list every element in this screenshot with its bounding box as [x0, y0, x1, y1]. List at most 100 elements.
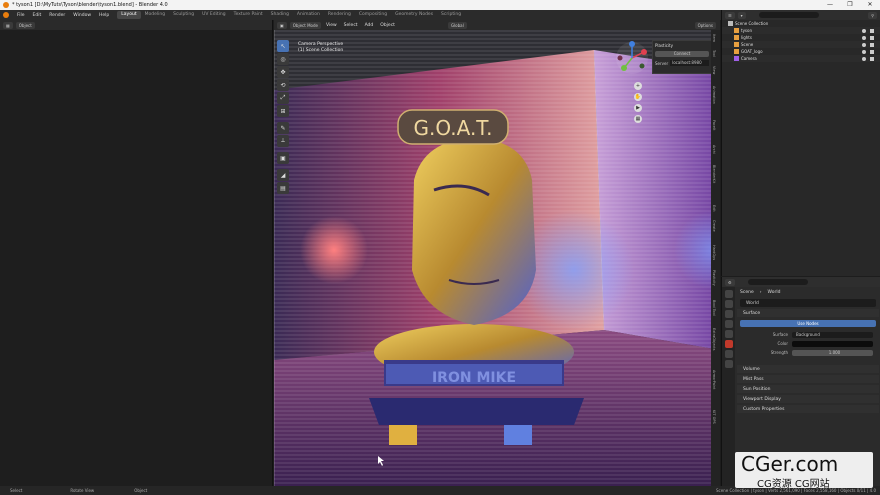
menu-file[interactable]: File	[13, 13, 29, 18]
side-tab-tool[interactable]: Tool	[712, 50, 716, 57]
tab-compositing[interactable]: Compositing	[355, 11, 391, 19]
move-tool-icon[interactable]: ✥	[277, 66, 289, 78]
visibility-eye-icon[interactable]	[862, 42, 866, 47]
outliner-filter-icon[interactable]: ▾	[737, 11, 746, 19]
tab-modeling[interactable]: Modeling	[141, 11, 169, 19]
surface-shader-field[interactable]: Background	[792, 331, 873, 338]
outliner-editor-icon[interactable]: ☰	[725, 11, 735, 19]
render-tab-icon[interactable]	[724, 300, 733, 308]
left-mode-dropdown[interactable]: Object	[15, 21, 35, 29]
menu-select[interactable]: Select	[342, 23, 360, 28]
maximize-button[interactable]: ❐	[840, 0, 860, 10]
menu-add[interactable]: Add	[363, 23, 376, 28]
color-swatch[interactable]	[792, 340, 873, 347]
collection-tab-icon[interactable]	[724, 350, 733, 358]
transform-tool-icon[interactable]: ⊞	[277, 105, 289, 117]
use-nodes-button[interactable]: Use Nodes	[740, 320, 876, 327]
visibility-eye-icon[interactable]	[862, 49, 866, 54]
tab-texture-paint[interactable]: Texture Paint	[230, 11, 267, 19]
render-camera-icon[interactable]	[870, 42, 874, 47]
render-camera-icon[interactable]	[870, 56, 874, 61]
tab-animation[interactable]: Animation	[293, 11, 324, 19]
menu-render[interactable]: Render	[45, 13, 69, 18]
tab-geometry-nodes[interactable]: Geometry Nodes	[391, 11, 437, 19]
output-tab-icon[interactable]	[724, 310, 733, 318]
viewport-editor-icon[interactable]: ▣	[277, 21, 287, 29]
tab-rendering[interactable]: Rendering	[324, 11, 355, 19]
outliner-funnel-icon[interactable]: ⚲	[868, 11, 877, 19]
close-button[interactable]: ✕	[860, 0, 880, 10]
side-tab-animation[interactable]: Animation	[712, 86, 716, 104]
visibility-eye-icon[interactable]	[862, 28, 866, 33]
tool-tab-icon[interactable]	[724, 290, 733, 298]
scene-tab-icon[interactable]	[724, 330, 733, 338]
scale-tool-icon[interactable]: ⤢	[277, 92, 289, 104]
camera-view-icon[interactable]: ▶	[634, 104, 642, 112]
side-tab-blenderkit[interactable]: BlenderKit	[712, 165, 716, 183]
custom-properties-panel-header[interactable]: Custom Properties	[737, 405, 879, 413]
visibility-eye-icon[interactable]	[862, 35, 866, 40]
world-tab-icon[interactable]	[724, 340, 733, 348]
transform-orientation[interactable]: Global	[447, 21, 467, 29]
menu-object[interactable]: Object	[378, 23, 397, 28]
tab-scripting[interactable]: Scripting	[437, 11, 465, 19]
outliner-row-camera[interactable]: Camera	[722, 55, 880, 62]
render-camera-icon[interactable]	[870, 49, 874, 54]
side-tab-extraobjects[interactable]: ExtraObjects	[712, 328, 716, 350]
side-tab-archi[interactable]: Archi	[712, 145, 716, 154]
outliner-row-goat-logo[interactable]: GOAT_logo	[722, 48, 880, 55]
add-cube-tool-icon[interactable]: ▣	[277, 152, 289, 164]
side-tab-armorpaint[interactable]: ArmorPaint	[712, 370, 716, 389]
outliner-row-scene-collection[interactable]: Scene Collection	[722, 20, 880, 27]
zoom-icon[interactable]: +	[634, 82, 642, 90]
texture-tab-icon[interactable]	[724, 360, 733, 368]
viewport-display-panel-header[interactable]: Viewport Display	[737, 395, 879, 403]
blender-menu-icon[interactable]	[3, 12, 9, 18]
rotate-tool-icon[interactable]: ⟲	[277, 79, 289, 91]
tab-sculpting[interactable]: Sculpting	[169, 11, 198, 19]
options-dropdown[interactable]: Options	[694, 21, 716, 29]
menu-window[interactable]: Window	[69, 13, 95, 18]
connect-button[interactable]: Connect	[655, 51, 709, 57]
select-tool-icon[interactable]: ↖	[277, 40, 289, 52]
side-tab-kitops[interactable]: KIT OPS	[712, 410, 716, 424]
measure-tool-icon[interactable]: ⟂	[277, 135, 289, 147]
menu-edit[interactable]: Edit	[29, 13, 46, 18]
box-tool-icon[interactable]: ▤	[277, 182, 289, 194]
render-camera-icon[interactable]	[870, 28, 874, 33]
navigation-gizmo[interactable]	[614, 40, 650, 76]
surface-panel-header[interactable]: Surface	[737, 309, 879, 317]
visibility-eye-icon[interactable]	[862, 56, 866, 61]
minimize-button[interactable]: —	[820, 0, 840, 10]
view-layer-tab-icon[interactable]	[724, 320, 733, 328]
tab-shading[interactable]: Shading	[267, 11, 293, 19]
volume-panel-header[interactable]: Volume	[737, 365, 879, 373]
side-tab-hardops[interactable]: HardOps	[712, 245, 716, 260]
server-input[interactable]: localhost:8980	[670, 60, 709, 66]
outliner-row-tyson[interactable]: tyson	[722, 27, 880, 34]
side-tab-faceit[interactable]: FaceIt	[712, 120, 716, 130]
3d-viewport[interactable]: ▣ Object Mode View Select Add Object Glo…	[274, 20, 720, 486]
world-datablock-field[interactable]: World	[740, 299, 876, 307]
side-tab-create[interactable]: Create	[712, 220, 716, 232]
editor-type-icon[interactable]: ▦	[3, 21, 13, 29]
tab-uv-editing[interactable]: UV Editing	[198, 11, 229, 19]
outliner-row-scene[interactable]: Scene	[722, 41, 880, 48]
annotate-tool-icon[interactable]: ✎	[277, 122, 289, 134]
side-tab-bool-tool[interactable]: Bool Tool	[712, 300, 716, 316]
side-tab-plasticity[interactable]: Plasticity	[712, 270, 716, 286]
cursor-tool-icon[interactable]: ◎	[277, 53, 289, 65]
mist-pass-panel-header[interactable]: Mist Pass	[737, 375, 879, 383]
outliner-search-input[interactable]	[758, 12, 819, 18]
shape-tool-icon[interactable]: ◢	[277, 169, 289, 181]
strength-field[interactable]: 1.000	[792, 349, 873, 356]
object-mode-dropdown[interactable]: Object Mode	[289, 21, 321, 29]
sun-position-panel-header[interactable]: Sun Position	[737, 385, 879, 393]
menu-view[interactable]: View	[324, 23, 339, 28]
render-camera-icon[interactable]	[870, 35, 874, 40]
ortho-toggle-icon[interactable]: ▦	[634, 115, 642, 123]
properties-search-input[interactable]	[747, 279, 808, 285]
side-tab-item[interactable]: Item	[712, 34, 716, 42]
outliner-row-lights[interactable]: lights	[722, 34, 880, 41]
tab-layout[interactable]: Layout	[117, 11, 141, 19]
